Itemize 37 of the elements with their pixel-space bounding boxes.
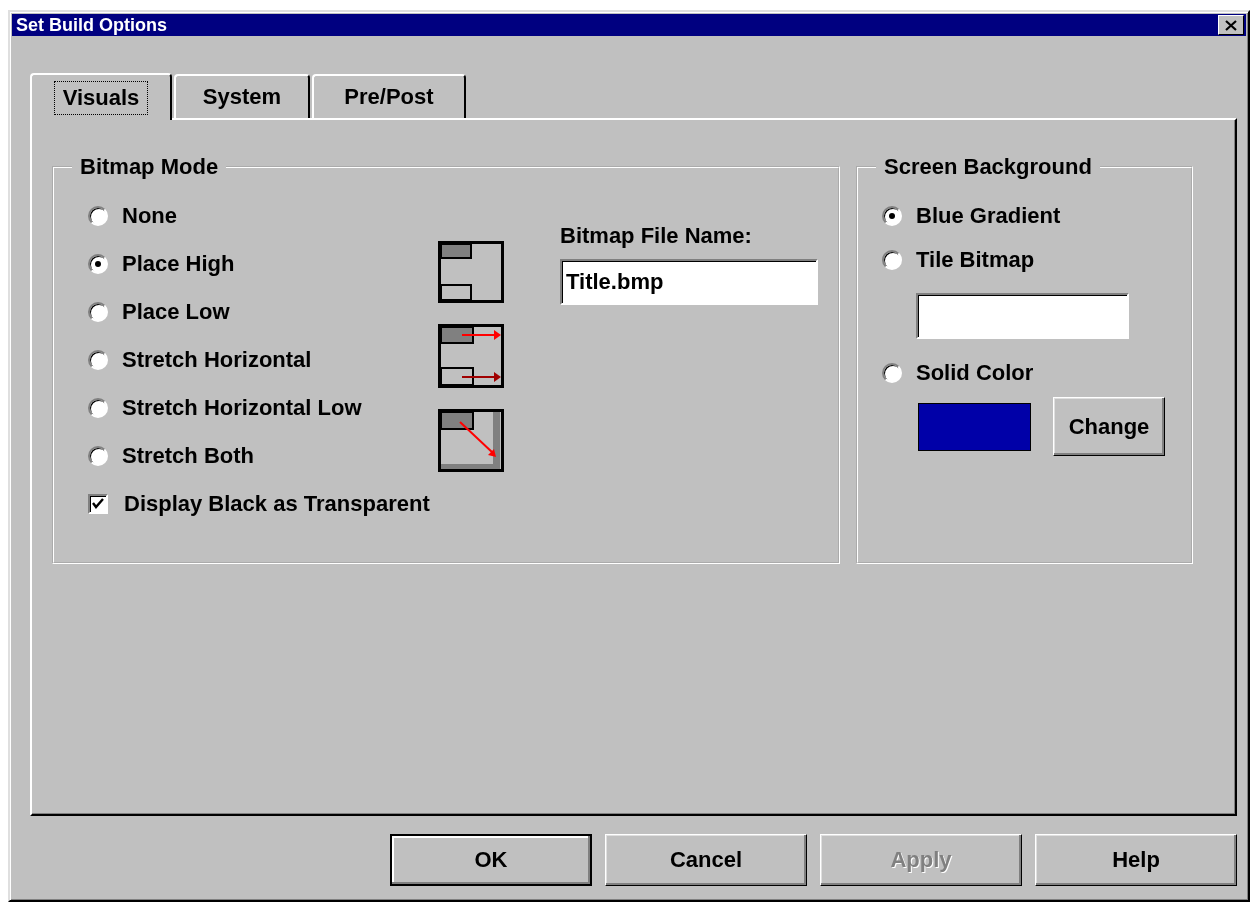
radio-label: Blue Gradient (916, 203, 1061, 229)
checkbox[interactable] (88, 494, 108, 514)
file-name-field[interactable]: Title.bmp (560, 259, 818, 305)
tab[interactable]: Visuals (30, 73, 172, 120)
dialog-button[interactable]: Help (1035, 834, 1237, 886)
radio-button[interactable] (882, 250, 902, 270)
stretch-horizontal-icon (438, 324, 504, 388)
radio-button[interactable] (882, 363, 902, 383)
check-icon (92, 498, 104, 510)
radio-label: Stretch Both (122, 443, 254, 469)
dialog-button[interactable]: Change (1053, 397, 1165, 456)
radio-button[interactable] (88, 206, 108, 226)
radio-button[interactable] (882, 206, 902, 226)
close-icon (1225, 19, 1237, 31)
radio-label: Stretch Horizontal Low (122, 395, 362, 421)
radio-button[interactable] (88, 302, 108, 322)
radio-label: Tile Bitmap (916, 247, 1035, 273)
tab[interactable]: Pre/Post (312, 74, 466, 118)
dialog-button[interactable]: OK (390, 834, 592, 886)
checkbox-label: Display Black as Transparent (124, 491, 430, 517)
radio-button[interactable] (88, 446, 108, 466)
radio-button[interactable] (88, 398, 108, 418)
radio-label: Solid Color (916, 360, 1034, 386)
window-title: Set Build Options (16, 14, 167, 36)
close-button[interactable] (1218, 15, 1244, 35)
radio-button[interactable] (88, 254, 108, 274)
stretch-both-icon (438, 409, 504, 472)
radio-label: None (122, 203, 177, 229)
field-label: Bitmap File Name: (560, 223, 753, 249)
radio-button[interactable] (88, 350, 108, 370)
radio-label: Stretch Horizontal (122, 347, 312, 373)
dialog-button[interactable]: Cancel (605, 834, 807, 886)
bitmap-field[interactable] (916, 293, 1129, 339)
tab[interactable]: System (174, 74, 310, 118)
radio-label: Place High (122, 251, 235, 277)
radio-label: Place Low (122, 299, 230, 325)
place-high-low-icon (438, 241, 504, 303)
